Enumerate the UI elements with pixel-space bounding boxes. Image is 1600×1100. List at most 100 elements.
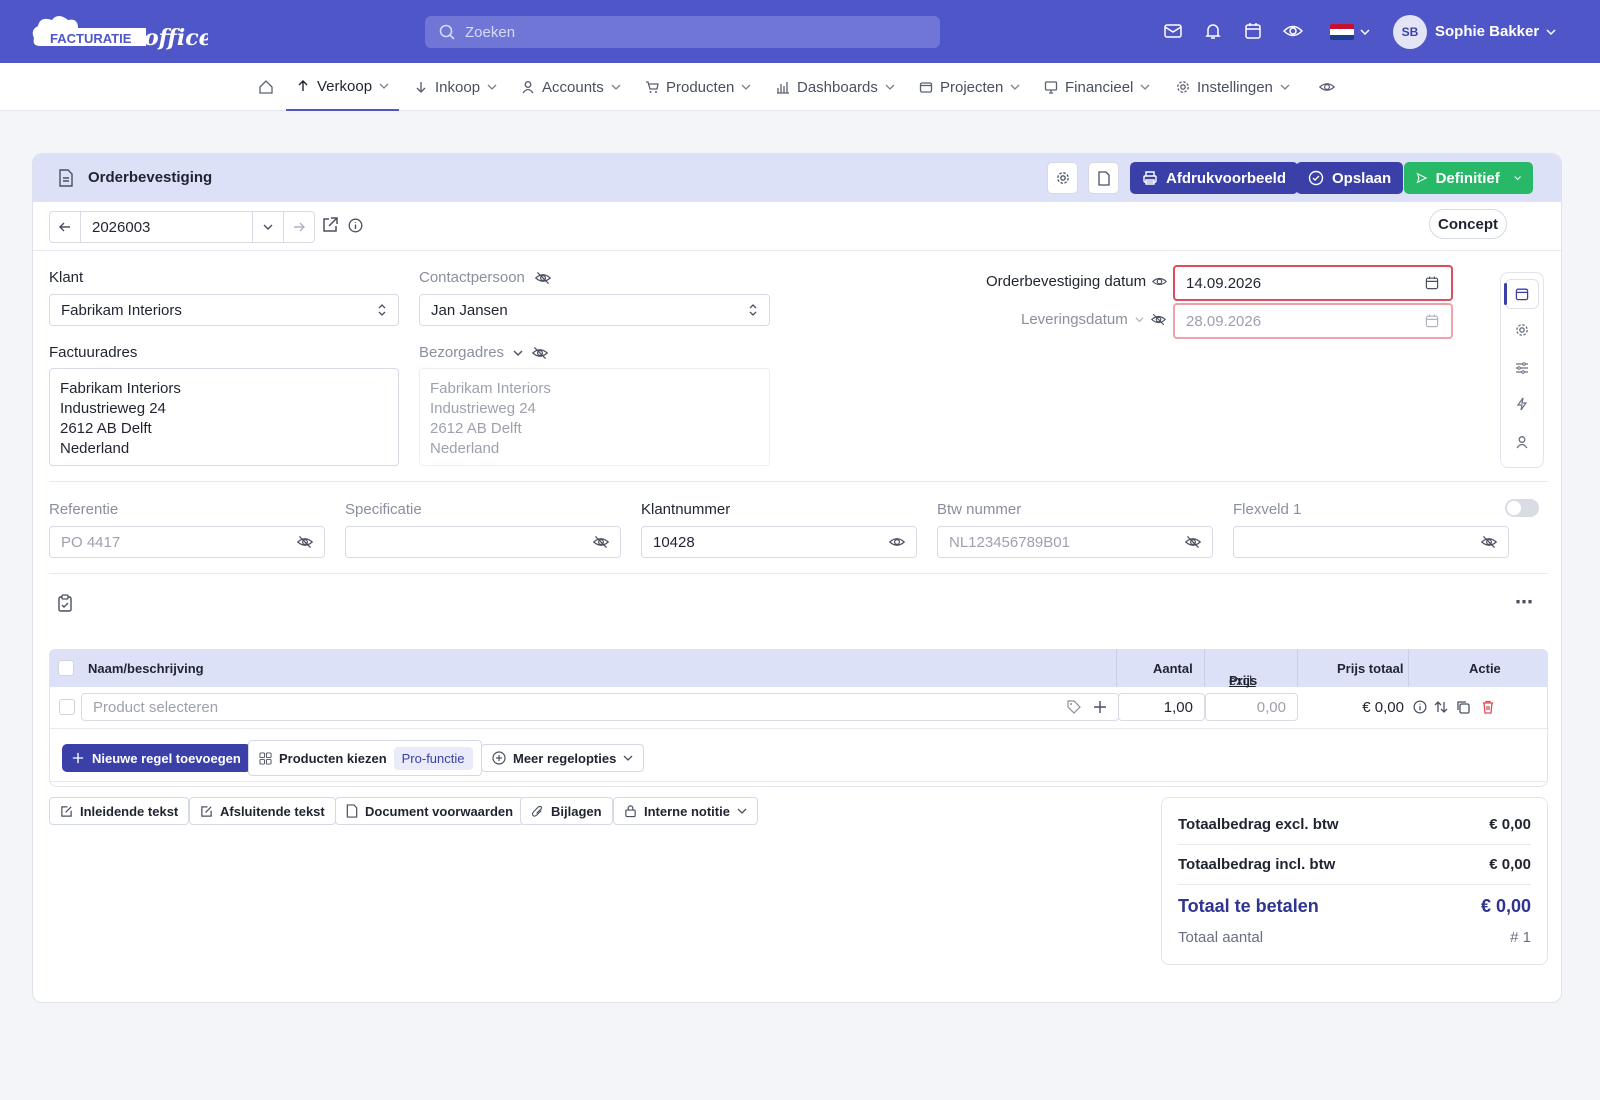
home-icon[interactable]	[258, 63, 274, 111]
language-chevron-down-icon[interactable]	[1359, 26, 1371, 38]
eye-off-icon[interactable]	[593, 534, 609, 550]
status-badge[interactable]: Concept	[1429, 209, 1507, 239]
delivery-date-input[interactable]: 28.09.2026	[1173, 303, 1453, 339]
chevron-down-icon[interactable]	[512, 347, 524, 359]
eye-icon[interactable]	[1152, 274, 1168, 289]
calendar-icon	[1515, 288, 1529, 301]
row-checkbox[interactable]	[59, 699, 75, 715]
calendar-icon[interactable]	[1424, 313, 1440, 329]
avatar[interactable]: SB	[1393, 15, 1427, 49]
arrow-left-icon	[59, 222, 70, 232]
product-select-input[interactable]: Product selecteren	[81, 693, 1119, 721]
save-button[interactable]: Opslaan	[1296, 162, 1404, 194]
address-line: Nederland	[430, 440, 500, 457]
add-line-button[interactable]: Nieuwe regel toevoegen	[62, 744, 251, 772]
eye-icon[interactable]	[889, 534, 905, 550]
arrow-down-icon	[416, 82, 426, 93]
delivery-address[interactable]: Fabrikam Interiors Industrieweg 24 2612 …	[419, 368, 770, 466]
nav-eye-icon[interactable]	[1319, 63, 1335, 111]
nav-item-accounts[interactable]: Accounts	[521, 63, 621, 111]
document-terms-button[interactable]: Document voorwaarden	[335, 797, 525, 825]
reference-placeholder: PO 4417	[61, 533, 121, 551]
select-all-checkbox[interactable]	[58, 660, 74, 676]
trash-icon[interactable]	[1481, 700, 1495, 714]
document-terms-label: Document voorwaarden	[365, 803, 514, 819]
calendar-icon[interactable]	[1243, 21, 1263, 41]
sliders-icon[interactable]	[1515, 361, 1529, 375]
search-input[interactable]: Zoeken	[425, 16, 940, 48]
user-name[interactable]: Sophie Bakker	[1435, 23, 1539, 40]
document-number-dropdown[interactable]	[252, 211, 284, 243]
quantity-input[interactable]: 1,00	[1118, 693, 1205, 721]
closing-text-button[interactable]: Afsluitende tekst	[189, 797, 336, 825]
language-flag-nl[interactable]	[1330, 24, 1354, 40]
chevron-down-icon[interactable]	[1134, 314, 1145, 325]
sort-arrows-icon[interactable]	[1434, 700, 1448, 714]
attachments-button[interactable]: Bijlagen	[520, 797, 613, 825]
nav-item-instellingen[interactable]: Instellingen	[1176, 63, 1290, 111]
flexfield-input[interactable]	[1233, 526, 1509, 558]
copy-icon[interactable]	[1456, 700, 1470, 714]
nav-item-financieel[interactable]: Financieel	[1044, 63, 1150, 111]
client-select[interactable]: Fabrikam Interiors	[49, 294, 399, 326]
lines-table-body: Product selecteren 1,00 0,00 € 0,00 Nieu…	[49, 687, 1549, 787]
document-number-input[interactable]: 2026003	[80, 211, 253, 243]
choose-products-button[interactable]: Producten kiezen Pro-functie	[248, 740, 482, 776]
nav-item-projecten[interactable]: Projecten	[919, 63, 1020, 111]
intro-text-button[interactable]: Inleidende tekst	[49, 797, 190, 825]
pdf-button[interactable]	[1088, 162, 1119, 194]
order-date-input[interactable]: 14.09.2026	[1173, 265, 1453, 301]
info-icon[interactable]	[1413, 700, 1427, 714]
clipboard-check-icon[interactable]	[57, 594, 73, 612]
facturatie-office-logo[interactable]: FACTURATIE office	[28, 12, 208, 52]
previous-document-button[interactable]	[49, 211, 81, 243]
nav-item-producten[interactable]: Producten	[645, 63, 751, 111]
eye-off-icon[interactable]	[534, 270, 551, 286]
specification-input[interactable]	[345, 526, 621, 558]
settings-button[interactable]	[1047, 162, 1078, 194]
totals-panel: Totaalbedrag excl. btw € 0,00 Totaalbedr…	[1161, 797, 1548, 965]
eye-icon[interactable]	[1283, 21, 1303, 41]
vat-number-input[interactable]: NL123456789B01	[937, 526, 1213, 558]
tag-icon[interactable]	[1067, 700, 1081, 714]
eye-off-icon[interactable]	[297, 534, 313, 550]
bell-icon[interactable]	[1203, 21, 1223, 41]
choose-products-label: Producten kiezen	[279, 750, 387, 766]
price-input[interactable]: 0,00	[1205, 693, 1298, 721]
eye-off-icon[interactable]	[1150, 312, 1166, 327]
external-link-icon[interactable]	[321, 216, 339, 234]
eye-off-icon[interactable]	[532, 345, 549, 361]
user-chevron-down-icon[interactable]	[1545, 26, 1557, 38]
next-document-button[interactable]	[283, 211, 315, 243]
reference-input[interactable]: PO 4417	[49, 526, 325, 558]
invoice-address[interactable]: Fabrikam Interiors Industrieweg 24 2612 …	[49, 368, 399, 466]
print-preview-button[interactable]: Afdrukvoorbeeld	[1130, 162, 1299, 194]
finalize-button[interactable]: Definitief	[1404, 162, 1533, 194]
contact-select[interactable]: Jan Jansen	[419, 294, 770, 326]
user-icon[interactable]	[1515, 435, 1529, 449]
eye-off-icon[interactable]	[1481, 534, 1497, 550]
flexfield-toggle[interactable]	[1505, 499, 1539, 517]
intro-text-label: Inleidende tekst	[80, 803, 179, 819]
internal-note-button[interactable]: Interne notitie	[613, 797, 758, 825]
file-icon	[1097, 170, 1110, 186]
nav-item-inkoop[interactable]: Inkoop	[414, 63, 497, 111]
nav-item-dashboards[interactable]: Dashboards	[776, 63, 895, 111]
more-line-options-button[interactable]: Meer regelopties	[481, 744, 645, 772]
nav-item-verkoop[interactable]: Verkoop	[286, 63, 400, 111]
chevron-down-icon	[623, 755, 633, 761]
eye-off-icon[interactable]	[1185, 534, 1201, 550]
customer-number-input[interactable]: 10428	[641, 526, 917, 558]
calendar-icon[interactable]	[1424, 275, 1440, 291]
gear-icon[interactable]	[1515, 323, 1529, 337]
column-price-suffix: excl.	[1229, 673, 1256, 688]
info-icon[interactable]	[348, 218, 363, 233]
gear-icon	[1177, 81, 1189, 93]
grid-icon	[259, 751, 272, 765]
rail-calendar-button[interactable]	[1505, 279, 1539, 309]
lightning-icon[interactable]	[1515, 397, 1529, 411]
mail-icon[interactable]	[1163, 21, 1183, 41]
quantity-value: 1,00	[1163, 698, 1193, 716]
plus-icon[interactable]	[1093, 700, 1107, 714]
more-options-icon[interactable]: ⋯	[1515, 592, 1534, 613]
